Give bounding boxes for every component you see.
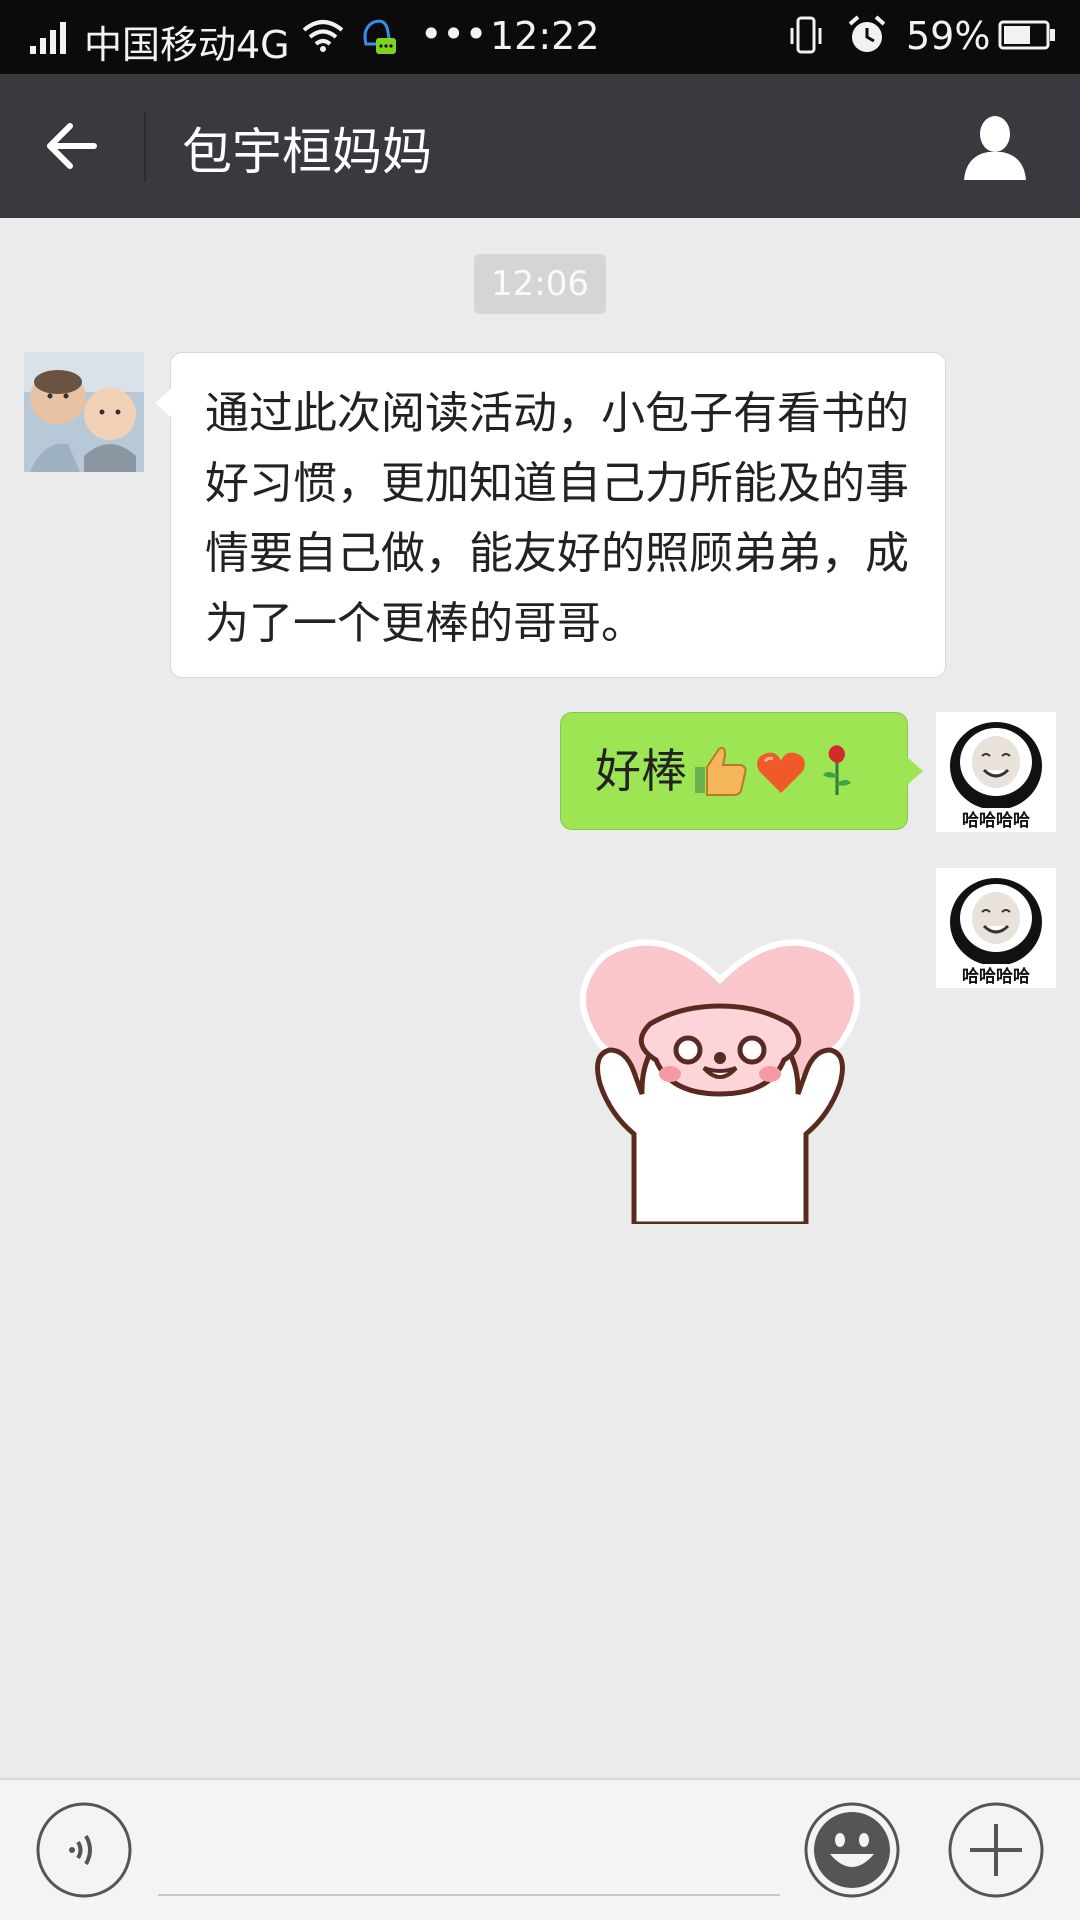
pink-bunny-heart-sticker[interactable] <box>570 934 886 1224</box>
chat-input-bar <box>0 1778 1080 1920</box>
emoji-icon[interactable] <box>804 1802 900 1898</box>
message-timestamp: 12:06 <box>474 254 606 314</box>
heart-icon <box>757 752 805 793</box>
chat-title: 包宇桓妈妈 <box>182 123 432 181</box>
children-photo <box>24 352 144 472</box>
more-notifications: ••• <box>420 12 488 56</box>
status-bar: 中国移动4G ••• 12:22 59% <box>0 0 1080 74</box>
panda-meme-avatar: 哈哈哈哈 <box>936 868 1056 988</box>
qq-notification-icon <box>363 19 396 54</box>
vibrate-icon <box>790 16 822 54</box>
chat-header: 包宇桓妈妈 <box>0 74 1080 218</box>
sent-message-text: 好棒 <box>595 744 687 798</box>
thumbs-up-icon <box>695 746 747 796</box>
rose-icon <box>823 745 851 795</box>
contact-profile-icon[interactable] <box>958 110 1032 184</box>
sent-message-bubble[interactable]: 好棒 <box>560 712 923 830</box>
my-avatar[interactable]: 哈哈哈哈 <box>936 712 1056 832</box>
more-functions-plus-icon[interactable] <box>948 1802 1044 1898</box>
my-avatar[interactable]: 哈哈哈哈 <box>936 868 1056 988</box>
avatar-caption: 哈哈哈哈 <box>962 810 1030 831</box>
carrier-label: 中国移动4G <box>84 23 290 67</box>
signal-icon <box>30 22 66 54</box>
battery-icon <box>998 20 1055 50</box>
contact-avatar[interactable] <box>24 352 144 472</box>
received-message-bubble[interactable]: 通过此次阅读活动，小包子有看书的好习惯，更加知道自己力所能及的事情要自己做，能友… <box>155 352 946 678</box>
voice-input-icon[interactable] <box>36 1802 132 1898</box>
wifi-icon <box>302 20 344 52</box>
battery-percentage: 59% <box>906 14 991 58</box>
message-list[interactable]: 12:06 通过此次阅读活动，小包子有看书的好习惯，更加知道自己力所能及的事情要… <box>0 218 1080 1778</box>
header-divider <box>144 112 146 182</box>
status-time: 12:22 <box>490 14 600 58</box>
panda-meme-avatar: 哈哈哈哈 <box>936 712 1056 832</box>
back-arrow-icon[interactable] <box>36 110 108 182</box>
avatar-caption: 哈哈哈哈 <box>962 966 1030 987</box>
alarm-icon <box>848 15 886 52</box>
message-input[interactable] <box>158 1894 780 1896</box>
